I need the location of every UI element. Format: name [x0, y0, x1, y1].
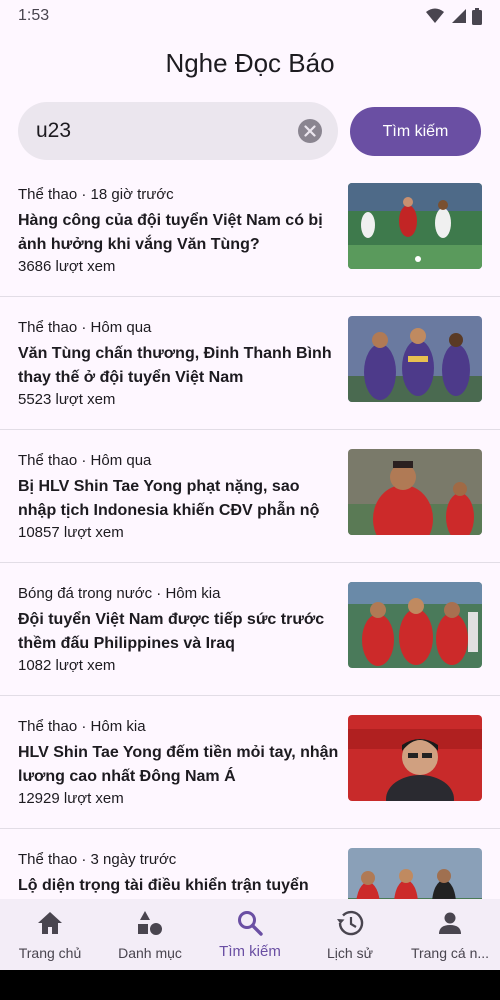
article-title: Bị HLV Shin Tae Yong phạt nặng, sao nhập…	[18, 478, 320, 519]
article-views: 1082 lượt xem	[18, 657, 116, 674]
article-list: Thể thao · 18 giờ trước Hàng công của độ…	[0, 164, 500, 899]
coach-portrait-photo	[348, 715, 482, 801]
article-title: Đội tuyển Việt Nam được tiếp sức trước t…	[18, 611, 325, 652]
page-title: Nghe Đọc Báo	[165, 48, 335, 78]
list-item[interactable]: Thể thao · Hôm kia HLV Shin Tae Yong đếm…	[0, 696, 500, 829]
list-item[interactable]: Bóng đá trong nước · Hôm kia Đội tuyển V…	[0, 563, 500, 696]
nav-label: Trang chủ	[18, 945, 82, 961]
person-icon	[436, 909, 464, 937]
article-views: 5523 lượt xem	[18, 391, 116, 408]
article-views: 12929 lượt xem	[18, 790, 124, 807]
nav-item-category[interactable]: Danh mục	[100, 899, 200, 970]
article-meta: Thể thao · Hôm kia	[18, 718, 146, 735]
nav-item-search[interactable]: Tìm kiếm	[200, 899, 300, 970]
nav-item-history[interactable]: Lịch sử	[300, 899, 400, 970]
article-title: Hàng công của đội tuyển Việt Nam có bị ả…	[18, 212, 323, 253]
list-item[interactable]: Thể thao · 18 giờ trước Hàng công của độ…	[0, 164, 500, 297]
history-icon	[336, 909, 364, 937]
search-row: Tìm kiếm	[18, 102, 482, 160]
players-celebrating-photo	[348, 316, 482, 402]
indonesia-player-photo	[348, 449, 482, 535]
article-views: 3686 lượt xem	[18, 258, 116, 275]
battery-icon	[472, 7, 482, 25]
system-navigation-bar	[0, 970, 500, 1000]
article-meta: Thể thao · 3 ngày trước	[18, 851, 177, 868]
status-icons	[426, 7, 482, 25]
article-meta: Thể thao · Hôm qua	[18, 452, 152, 469]
nav-label: Trang cá n...	[410, 945, 490, 961]
status-bar: 1:53	[0, 0, 500, 32]
bottom-navigation: Trang chủ Danh mục Tìm kiếm Lịch sử Tran…	[0, 899, 500, 970]
search-field[interactable]	[18, 102, 338, 160]
article-title: Lộ diện trọng tài điều khiển trận tuyển …	[18, 877, 309, 894]
search-input[interactable]	[36, 119, 286, 143]
article-views: 10857 lượt xem	[18, 524, 124, 541]
referee-match-photo	[348, 848, 482, 899]
category-icon	[136, 909, 164, 937]
clear-button[interactable]	[298, 119, 322, 143]
article-meta: Thể thao · Hôm qua	[18, 319, 152, 336]
close-icon	[304, 125, 316, 137]
status-time: 1:53	[18, 7, 50, 24]
nav-item-home[interactable]: Trang chủ	[0, 899, 100, 970]
list-item[interactable]: Thể thao · 3 ngày trước Lộ diện trọng tà…	[0, 829, 500, 899]
nav-label: Danh mục	[118, 945, 182, 961]
article-title: Văn Tùng chấn thương, Đinh Thanh Bình th…	[18, 345, 332, 386]
nav-label: Lịch sử	[327, 945, 373, 961]
search-icon	[236, 909, 264, 937]
list-item[interactable]: Thể thao · Hôm qua Văn Tùng chấn thương,…	[0, 297, 500, 430]
nav-label: Tìm kiếm	[219, 943, 281, 960]
article-meta: Thể thao · 18 giờ trước	[18, 186, 174, 203]
list-item[interactable]: Thể thao · Hôm qua Bị HLV Shin Tae Yong …	[0, 430, 500, 563]
vietnam-team-photo	[348, 582, 482, 668]
article-meta: Bóng đá trong nước · Hôm kia	[18, 585, 221, 602]
home-icon	[36, 909, 64, 937]
article-title: HLV Shin Tae Yong đếm tiền mỏi tay, nhận…	[18, 744, 339, 785]
nav-item-profile[interactable]: Trang cá n...	[400, 899, 500, 970]
wifi-icon	[426, 8, 444, 23]
search-button[interactable]: Tìm kiếm	[350, 107, 481, 156]
signal-icon	[452, 9, 466, 23]
football-match-photo	[348, 183, 482, 269]
